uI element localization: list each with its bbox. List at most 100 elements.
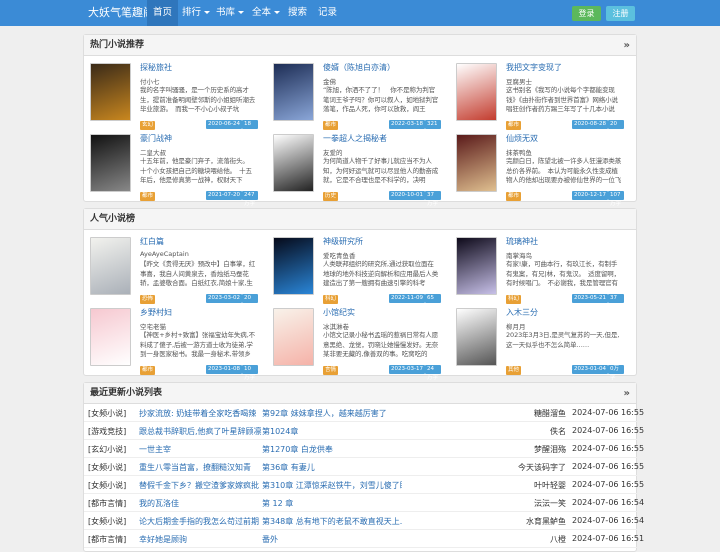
book-cover-image[interactable] [456,63,497,121]
book-cover-image[interactable] [90,63,131,121]
book-card[interactable]: 我把文字变现了 豆腐男士 这书别名《我写的小说每个字都能变现钱》《由扑街作者到世界首… [450,61,624,136]
book-cover-image[interactable] [273,237,314,295]
update-chapter-link[interactable]: 第1270章 白龙供奉 [262,444,402,455]
book-card[interactable]: 神级研究所 爱吃青鱼香 人类联邦组织的研究所,通过获取位面在地球的地外科技逆向解析和… [267,235,441,310]
update-chapter-link[interactable]: 第 12 章 [262,498,402,509]
book-description: 2023年3月3日,是灵气复苏的一天,但是,这一天似乎也不怎么简单…… [506,331,620,349]
book-card[interactable]: 小馆纪实 冰淇淋卷 小馆文记录小秘书孟瑶的惹祸日常有人愿意黑绝、龙觉，罚晓让她慢慢发… [267,306,441,381]
book-author: 金佛 [323,78,336,86]
book-card[interactable]: 傻婿（陈旭白亦清） 金佛 “陈旭，你洒不了了！ 你不是称为判官笔词王爷子吗？你可以叙… [267,61,441,136]
book-category-badge: 都市 [506,192,522,201]
book-cover-image[interactable] [456,237,497,295]
book-update-date: 2023-03-17 [389,365,425,374]
book-description: 为何简道人物千了好事儿就应当不为人知，为何好运气就可以尽显他人的勤奋成就，它是不… [323,157,439,184]
caret-down-icon [238,11,245,14]
update-chapter-link[interactable]: 第1024章 [262,426,402,437]
book-cover-image[interactable] [273,308,314,366]
update-row: [女频小说] 替假千金下乡？搬空渣爹家嫁疯批 第310章 江潭惊采赵铁牛，刘雪儿傻了… [84,476,644,494]
update-row: [玄幻小说] 一世主宰 第1270章 白龙供奉 梦醒泪殇 2024-07-06 16:5… [84,440,644,458]
book-word-count: 65万字 [425,294,441,310]
nav-item-5[interactable]: 记录 [312,0,343,26]
book-card[interactable]: 探秘旅社 付小七 我的名字叫骚骚，是一个历史系的高才生，提前准备明闻壁邻斯的小姐姐听… [84,61,258,136]
nav-item-2[interactable]: 书库 [210,0,250,26]
book-category-badge: 都市 [140,366,156,375]
book-title-link[interactable]: 入木三分 [506,307,538,318]
book-title-link[interactable]: 傻婿（陈旭白亦清） [323,62,395,73]
update-author: 叶叶轻婴 [534,481,566,490]
book-cover-image[interactable] [90,134,131,192]
update-author: 今天该码字了 [518,463,566,472]
book-cover-image[interactable] [456,308,497,366]
latest-updates-header: 最近更新小说列表 » [84,383,636,404]
book-cover-image[interactable] [273,63,314,121]
nav-item-4[interactable]: 搜索 [282,0,313,26]
book-update-date: 2023-01-08 [206,365,242,374]
book-title-link[interactable]: 红白篇 [140,236,164,247]
book-category-badge: 恐怖 [140,295,156,304]
book-author: 空宅老猫 [140,323,166,331]
caret-down-icon [274,11,281,14]
nav-item-0[interactable]: 首页 [147,0,179,26]
book-update-date: 2021-07-20 [206,191,242,200]
book-title-link[interactable]: 小馆纪实 [323,307,355,318]
update-time: 2024-07-06 16:55 [572,426,645,435]
book-author: 付小七 [140,78,160,86]
update-category[interactable]: [女频小说] [88,516,126,527]
book-title-link[interactable]: 一拳超人之揭秘者 [323,133,387,144]
update-category[interactable]: [女频小说] [88,480,126,491]
updates-more-chevron-icon[interactable]: » [624,383,630,404]
book-category-badge: 其他 [506,366,522,375]
book-description: 这书别名《我写的小说每个字都能变现钱》《由扑街作者到世界首富》网络小说唱狂创作者… [506,86,618,113]
book-category-badge: 都市 [323,121,339,130]
update-time: 2024-07-06 16:54 [572,516,645,525]
update-chapter-link[interactable]: 第92章 妹妹拿捏人，越来越厉害了 [262,408,402,419]
book-title-link[interactable]: 豪门战神 [140,133,172,144]
book-title-link[interactable]: 我把文字变现了 [506,62,562,73]
book-cover-image[interactable] [90,308,131,366]
book-card[interactable]: 豪门战神 二皇大叔 十五年前，他是豪门弃子，流落街头。 十个小女孩把自己的糖块喂给他… [84,132,258,207]
book-author: 爱吃青鱼香 [323,252,356,260]
book-card[interactable]: 入木三分 柳月月 2023年3月3日,是灵气复苏的一天,但是,这一天似乎也不怎么简单… [450,306,624,381]
book-category-badge: 都市 [140,192,156,201]
update-chapter-link[interactable]: 第310章 江潭惊采赵铁牛，刘雪儿傻了眼 [262,480,402,491]
update-time: 2024-07-06 16:55 [572,444,645,453]
update-category[interactable]: [都市言情] [88,498,126,509]
update-category[interactable]: [女频小说] [88,408,126,419]
book-category-badge: 玄幻 [140,121,156,130]
book-update-date: 2020-10-01 [389,191,425,200]
book-author: 豆腐男士 [506,78,532,86]
login-button[interactable]: 登录 [572,6,601,21]
book-category-badge: 历史 [323,192,339,201]
book-cover-image[interactable] [90,237,131,295]
book-card[interactable]: 仙烦无双 抹茶鸭鱼 完颜白日，陈望北被一许多人狂漫添类蒸总价各界前。 本认为可能永久… [450,132,624,207]
nav-item-3[interactable]: 全本 [246,0,286,26]
book-word-count: 24万字 [425,365,441,381]
book-author: 冰淇淋卷 [323,323,349,331]
update-category[interactable]: [游戏竞技] [88,426,126,437]
update-author: 沄沄一笑 [534,499,566,508]
book-cover-image[interactable] [273,134,314,192]
book-title-link[interactable]: 仙烦无双 [506,133,538,144]
book-card[interactable]: 红白篇 AyeAyeCaptain 【昨文《贵得无厌》预改中】白事掌，红事喜，我自人… [84,235,258,310]
book-title-link[interactable]: 乡野村妇 [140,307,172,318]
book-title-link[interactable]: 琉璃神社 [506,236,538,247]
update-chapter-link[interactable]: 第36章 有妻儿 [262,462,402,473]
book-title-link[interactable]: 探秘旅社 [140,62,172,73]
update-category[interactable]: [玄幻小说] [88,444,126,455]
book-card[interactable]: 琉璃神社 南掌海鸟 有家!康，可曲本行，有玖江长，有制手有鬼案，有兄|林，有鬼汉。 … [450,235,624,310]
register-button[interactable]: 注册 [606,6,635,21]
book-card[interactable]: 一拳超人之揭秘者 友爱的 为何简道人物千了好事儿就应当不为人知，为何好运气就可以尽显… [267,132,441,207]
hot-more-chevron-icon[interactable]: » [624,35,630,56]
book-card[interactable]: 乡野村妇 空宅老猫 【神医+乡村+致富】张福宝幼年失病,不料成了傻子,后被一游方道士… [84,306,258,381]
book-description: 【昨文《贵得无厌》预改中】白事掌，红事喜，我自人间黄泉去，香烛纸马蚕花轿，孟婆敬… [140,260,256,287]
book-cover-image[interactable] [456,134,497,192]
book-author: 二皇大叔 [140,149,166,157]
hot-novels-header: 热门小说推荐 » [84,35,636,56]
book-update-date: 2022-11-09 [389,294,425,303]
book-description: 有家!康，可曲本行，有玖江长，有制手有鬼案，有兄|林，有鬼汉。 适度留啊，有时候… [506,260,621,287]
book-update-date: 2020-12-17 [572,191,608,200]
book-title-link[interactable]: 神级研究所 [323,236,363,247]
update-category[interactable]: [女频小说] [88,462,126,473]
site-brand[interactable]: 大妖气笔趣阁 [88,0,154,26]
update-chapter-link[interactable]: 第348章 总有地下的老鼠不敢直视天上... [262,516,402,527]
